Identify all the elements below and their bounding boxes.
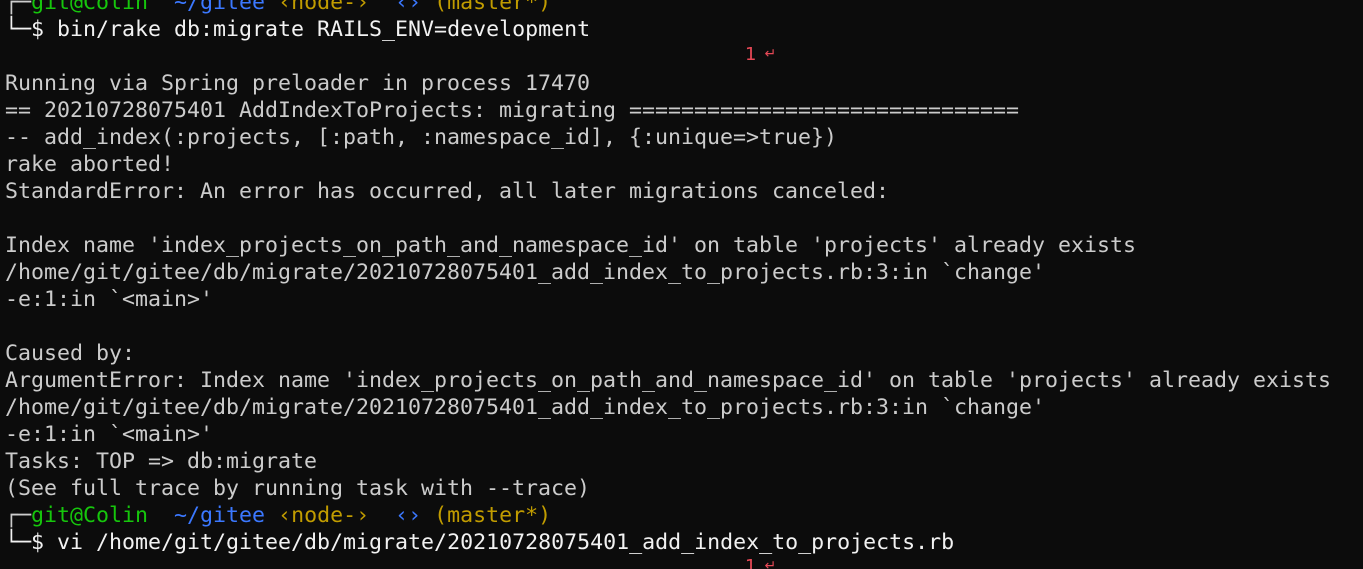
output-line: /home/git/gitee/db/migrate/2021072807540…	[5, 260, 1046, 285]
output-line: rake aborted!	[5, 152, 175, 177]
command-line-1: └─$ bin/rake db:migrate RAILS_ENV=develo…	[5, 16, 1331, 43]
output-line: Index name 'index_projects_on_path_and_n…	[5, 233, 1137, 258]
output-line: StandardError: An error has occurred, al…	[5, 179, 890, 204]
prompt-box-corner: ┌─	[5, 503, 32, 528]
output-line: /home/git/gitee/db/migrate/2021072807540…	[5, 395, 1046, 420]
output-line: (See full trace by running task with --t…	[5, 476, 591, 501]
output-line: Tasks: TOP => db:migrate	[5, 449, 318, 474]
terminal-window[interactable]: ┌─git@Colin ~/gitee ‹node-› ‹› (master*)…	[0, 0, 1363, 569]
output-line: -- add_index(:projects, [:path, :namespa…	[5, 125, 838, 150]
prompt-path: ~/gitee	[174, 503, 266, 528]
return-icon: ↵	[764, 46, 777, 62]
command-line-2: └─$ vi /home/git/gitee/db/migrate/202107…	[5, 529, 1331, 556]
prompt-symbol: $	[31, 530, 45, 555]
output-line: == 20210728075401 AddIndexToProjects: mi…	[5, 98, 1020, 123]
prompt-box-corner: └─	[5, 530, 32, 555]
prompt-node: ‹node-›	[278, 0, 370, 15]
line-marker-2: 1 ↵	[745, 557, 776, 569]
prompt-user: git@Colin	[31, 0, 149, 15]
prompt-branch: (master*)	[434, 503, 552, 528]
terminal-output: ┌─git@Colin ~/gitee ‹node-› ‹› (master*)…	[5, 0, 1331, 556]
prompt-arrows: ‹›	[395, 0, 422, 15]
output-line: ArgumentError: Index name 'index_project…	[5, 368, 1332, 393]
return-icon: ↵	[764, 558, 777, 569]
command-text: vi /home/git/gitee/db/migrate/2021072807…	[57, 530, 955, 555]
prompt-node: ‹node-›	[278, 503, 370, 528]
prompt-box-corner: └─	[5, 17, 32, 42]
prompt-box-corner: ┌─	[5, 0, 32, 15]
output-line: Running via Spring preloader in process …	[5, 71, 591, 96]
prompt-line-bottom: ┌─git@Colin ~/gitee ‹node-› ‹› (master*)	[5, 502, 1331, 529]
output-line: -e:1:in `<main>'	[5, 287, 214, 312]
prompt-symbol: $	[31, 17, 45, 42]
prompt-line-top: ┌─git@Colin ~/gitee ‹node-› ‹› (master*)	[5, 0, 1331, 16]
output-line: Caused by:	[5, 341, 136, 366]
prompt-branch: (master*)	[434, 0, 552, 15]
marker-number: 1	[745, 44, 757, 65]
line-marker-1: 1 ↵	[745, 45, 776, 66]
output-line: -e:1:in `<main>'	[5, 422, 214, 447]
marker-number: 1	[745, 556, 757, 569]
prompt-arrows: ‹›	[395, 503, 422, 528]
command-text: bin/rake db:migrate RAILS_ENV=developmen…	[57, 17, 591, 42]
prompt-user: git@Colin	[31, 503, 149, 528]
prompt-path: ~/gitee	[174, 0, 266, 15]
